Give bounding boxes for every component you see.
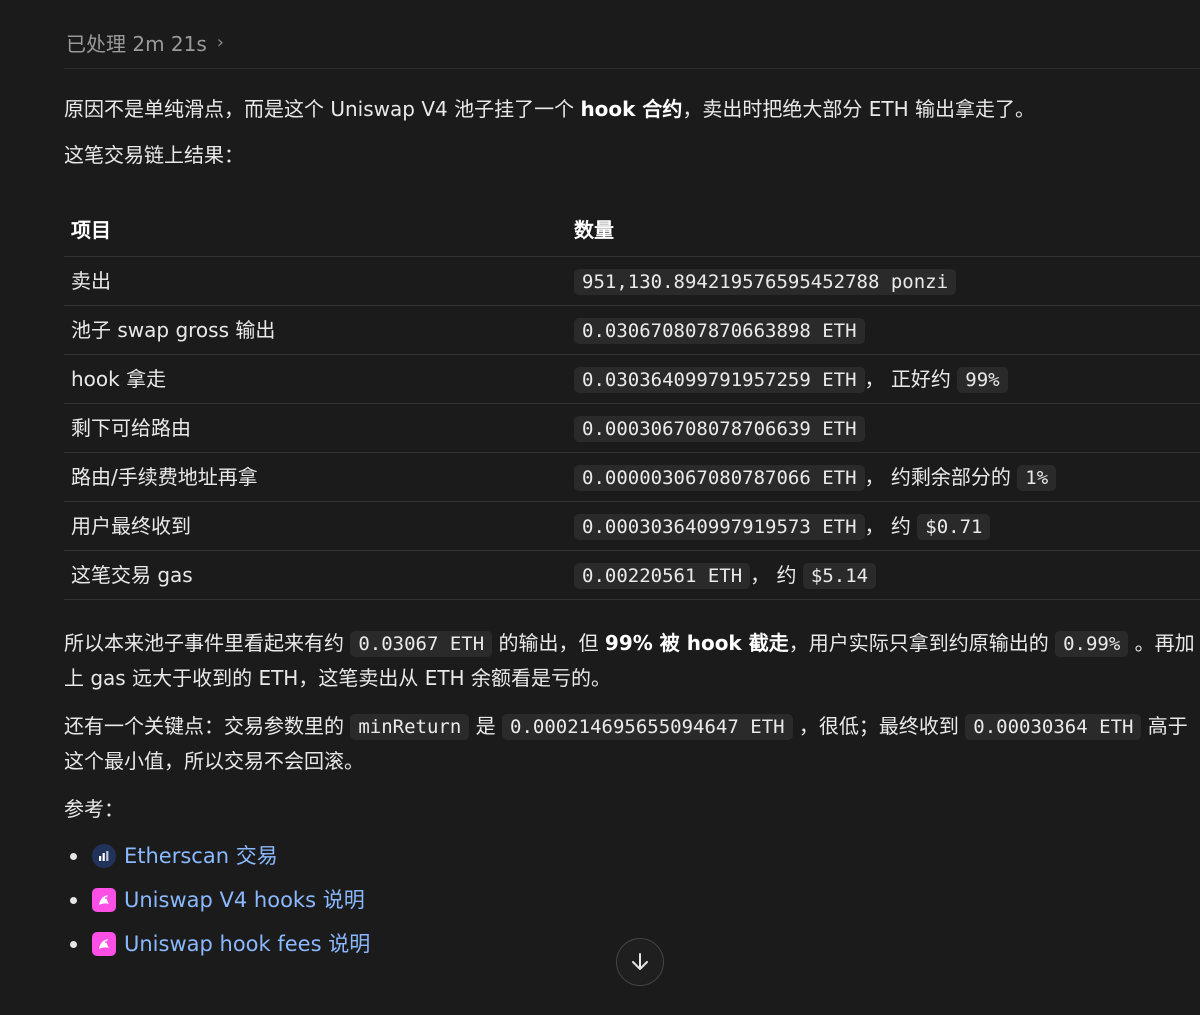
- etherscan-link[interactable]: Etherscan 交易: [124, 834, 278, 878]
- amount-code: 951,130.894219576595452788 ponzi: [574, 268, 957, 295]
- row-amount: 0.000306708078706639 ETH: [567, 403, 1200, 453]
- key-point-paragraph: 还有一个关键点：交易参数里的 minReturn 是 0.00021469565…: [64, 709, 1200, 778]
- table-row: 卖出 951,130.894219576595452788 ponzi: [64, 256, 1200, 306]
- list-item: Etherscan 交易: [64, 834, 1200, 878]
- row-item: hook 拿走: [64, 354, 567, 404]
- amount-note-code: $5.14: [802, 562, 877, 589]
- table-row: 用户最终收到 0.000303640997919573 ETH， 约 $0.71: [64, 501, 1200, 551]
- inline-code: 0.03067 ETH: [350, 631, 493, 657]
- intro-text: 原因不是单纯滑点，而是这个 Uniswap V4 池子挂了一个: [64, 97, 581, 121]
- amount-note: ， 正好约: [864, 366, 958, 391]
- table-header-item: 项目: [64, 204, 567, 257]
- row-item: 这笔交易 gas: [64, 550, 567, 600]
- amount-code: 0.000303640997919573 ETH: [574, 513, 865, 540]
- paragraph-text: 的输出，但: [492, 631, 605, 655]
- uniswap-icon: [92, 932, 116, 956]
- arrow-down-icon: [632, 953, 648, 970]
- amount-code: 0.030670807870663898 ETH: [574, 317, 865, 344]
- paragraph-text: 还有一个关键点：交易参数里的: [64, 714, 351, 738]
- table-header-amount: 数量: [567, 204, 1200, 257]
- amount-note: ， 约: [864, 513, 918, 538]
- amount-note: ， 约: [750, 562, 803, 587]
- intro-paragraph: 原因不是单纯滑点，而是这个 Uniswap V4 池子挂了一个 hook 合约，…: [64, 92, 1200, 126]
- inline-code: minReturn: [350, 714, 470, 740]
- amount-code: 0.030364099791957259 ETH: [574, 366, 865, 393]
- amount-code: 0.000003067080787066 ETH: [574, 464, 865, 491]
- paragraph-text: 是: [469, 714, 503, 738]
- table-row: 剩下可给路由 0.000306708078706639 ETH: [64, 403, 1200, 453]
- row-amount: 0.000003067080787066 ETH， 约剩余部分的 1%: [567, 452, 1200, 502]
- row-amount: 0.000303640997919573 ETH， 约 $0.71: [567, 501, 1200, 551]
- row-item: 池子 swap gross 输出: [64, 305, 567, 355]
- amount-note-code: 1%: [1017, 464, 1057, 491]
- inline-code: 0.000214695655094647 ETH: [502, 714, 793, 740]
- row-item: 路由/手续费地址再拿: [64, 452, 567, 502]
- references-title: 参考：: [64, 797, 124, 821]
- uniswap-hooks-link[interactable]: Uniswap V4 hooks 说明: [124, 878, 365, 922]
- amount-code: 0.00220561 ETH: [574, 562, 751, 589]
- inline-code: 0.00030364 ETH: [965, 714, 1142, 740]
- amount-code: 0.000306708078706639 ETH: [574, 415, 865, 442]
- paragraph-bold: 99% 被 hook 截走: [604, 631, 789, 655]
- inline-code: 0.99%: [1055, 631, 1129, 657]
- intro-text-end: ，卖出时把绝大部分 ETH 输出拿走了。: [682, 97, 1036, 121]
- chat-response-page: 已处理 2m 21s › 原因不是单纯滑点，而是这个 Uniswap V4 池子…: [0, 0, 1200, 1015]
- scroll-to-bottom-button[interactable]: [616, 938, 664, 986]
- intro-bold: hook 合约: [580, 97, 683, 121]
- uniswap-icon: [92, 888, 116, 912]
- result-table: 项目 数量 卖出 951,130.894219576595452788 ponz…: [64, 204, 1200, 600]
- row-amount: 951,130.894219576595452788 ponzi: [567, 256, 1200, 306]
- row-amount: 0.00220561 ETH， 约 $5.14: [567, 550, 1200, 600]
- paragraph-text: ，用户实际只拿到约原输出的: [788, 631, 1056, 655]
- etherscan-icon: [92, 844, 116, 868]
- row-item: 剩下可给路由: [64, 403, 567, 453]
- row-amount: 0.030670807870663898 ETH: [567, 305, 1200, 355]
- table-row: 路由/手续费地址再拿 0.000003067080787066 ETH， 约剩余…: [64, 452, 1200, 502]
- row-item: 卖出: [64, 256, 567, 306]
- thinking-duration-toggle[interactable]: 已处理 2m 21s ›: [66, 28, 224, 57]
- amount-note: ， 约剩余部分的: [864, 464, 1018, 489]
- table-intro: 这笔交易链上结果：: [64, 143, 244, 167]
- list-item: Uniswap V4 hooks 说明: [64, 878, 1200, 922]
- amount-note-code: $0.71: [917, 513, 991, 540]
- row-item: 用户最终收到: [64, 501, 567, 551]
- chevron-right-icon: ›: [216, 32, 224, 53]
- row-amount: 0.030364099791957259 ETH， 正好约 99%: [567, 354, 1200, 404]
- thinking-duration-label: 已处理 2m 21s: [66, 32, 207, 56]
- response-content: 原因不是单纯滑点，而是这个 Uniswap V4 池子挂了一个 hook 合约，…: [64, 92, 1200, 966]
- table-header-row: 项目 数量: [64, 204, 1200, 257]
- table-row: 这笔交易 gas 0.00220561 ETH， 约 $5.14: [64, 550, 1200, 600]
- table-row: hook 拿走 0.030364099791957259 ETH， 正好约 99…: [64, 354, 1200, 404]
- table-row: 池子 swap gross 输出 0.030670807870663898 ET…: [64, 305, 1200, 355]
- paragraph-text: ，很低；最终收到: [792, 714, 966, 738]
- uniswap-hook-fees-link[interactable]: Uniswap hook fees 说明: [124, 922, 370, 966]
- divider: [64, 68, 1200, 69]
- explanation-paragraph: 所以本来池子事件里看起来有约 0.03067 ETH 的输出，但 99% 被 h…: [64, 626, 1200, 695]
- paragraph-text: 所以本来池子事件里看起来有约: [64, 631, 351, 655]
- amount-note-code: 99%: [957, 366, 1008, 393]
